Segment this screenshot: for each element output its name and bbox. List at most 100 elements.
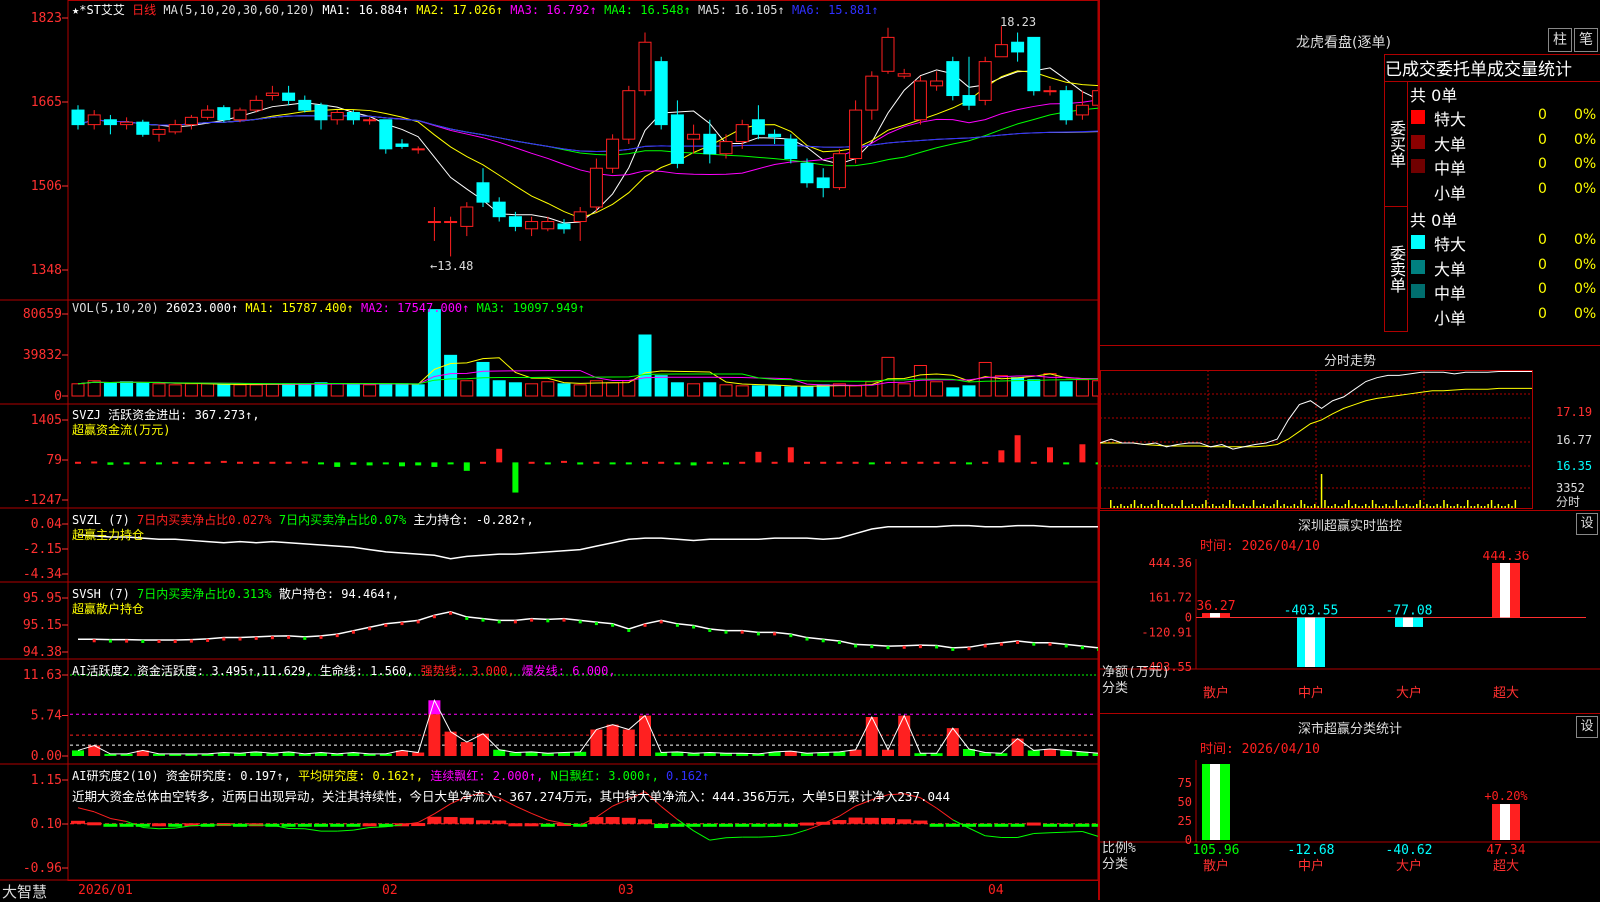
intraday-volume-bar [1212, 504, 1214, 508]
sell-rows: 特大00%大单00%中单00%小单00% [1408, 231, 1600, 329]
stock-name[interactable]: ★*ST艾艾 [72, 3, 125, 17]
y-tick-label: 444.36 [1149, 556, 1192, 570]
flow-bar [75, 462, 81, 464]
indicator-label: 7日内买卖净占比0.027% [137, 513, 279, 527]
intraday-volume-bar [1266, 506, 1268, 508]
ai-active-panel[interactable]: 11.635.740.00 [23, 668, 1100, 764]
period-label[interactable]: 日线 [132, 3, 156, 17]
order-size-label: 中单 [1434, 155, 1466, 179]
retail-tick [708, 629, 711, 632]
flow-bar [237, 462, 243, 464]
candle [671, 115, 683, 163]
left-chart-area[interactable]: 182316651506134818.23←13.48 80659398320 … [0, 0, 1100, 900]
flow-bar [674, 462, 680, 464]
intraday-volume-bar [1300, 500, 1302, 508]
order-tabs[interactable]: 已成交委托单成交量统计 [1384, 54, 1600, 82]
active-bar [477, 734, 489, 756]
volume-bar [931, 382, 943, 396]
intraday-volume-bar [1406, 504, 1408, 508]
research-bar [476, 820, 490, 824]
volume-bar [947, 388, 959, 396]
retail-tick [1049, 643, 1052, 646]
order-row: 特大00% [1408, 106, 1600, 131]
flow-bar [91, 461, 97, 463]
intraday-volume-bar [1127, 506, 1129, 508]
active-bar [1028, 750, 1040, 756]
volume-bar [720, 385, 732, 396]
brand-label[interactable]: 大智慧 [2, 881, 47, 902]
volume-bar [121, 382, 133, 396]
candle [445, 222, 457, 223]
candle [947, 62, 959, 96]
research-bar [525, 823, 539, 826]
research-bar [622, 818, 636, 824]
category-bar-highlight [1403, 618, 1413, 627]
candle [1028, 37, 1040, 90]
tab-orders[interactable]: 委托单 [1436, 60, 1487, 80]
dragon-tiger-title: 龙虎看盘(逐单) [1296, 32, 1391, 52]
svzj-subtitle: 超赢资金流(万元) [72, 421, 170, 438]
flow-bar [739, 462, 745, 464]
research-bar [751, 824, 765, 827]
order-size-label: 小单 [1434, 305, 1466, 329]
candle [315, 105, 327, 120]
sz-stats-settings-button[interactable]: 设 [1576, 716, 1598, 738]
candle [1076, 105, 1088, 115]
y-tick-label: 95.15 [23, 618, 62, 633]
order-size-label: 大单 [1434, 256, 1466, 280]
svsh-subtitle: 超赢散户持仓 [72, 600, 144, 617]
order-count: 0 [1538, 257, 1547, 273]
retail-holding-line [78, 612, 1100, 649]
active-burst-bar [428, 700, 440, 714]
bar-mode-button[interactable]: 柱 [1548, 28, 1572, 52]
retail-tick [546, 619, 549, 622]
flow-bar [124, 462, 130, 464]
tab-filled[interactable]: 已成交 [1385, 60, 1436, 80]
sz-monitor-settings-button[interactable]: 设 [1576, 513, 1598, 535]
indicator-label: 0.162↑ [666, 769, 709, 783]
candle [833, 154, 845, 188]
candle [380, 120, 392, 149]
research-line [596, 806, 612, 817]
sz-stats-chart[interactable]: 7550250105.96散户-12.68中户-40.62大户47.34超大+0… [1100, 754, 1600, 900]
tab-volume-stats[interactable]: 成交量统计 [1487, 60, 1572, 80]
tick-mode-button[interactable]: 笔 [1574, 28, 1598, 52]
intraday-volume-bar [1236, 506, 1238, 508]
flow-bar [950, 462, 956, 464]
y-tick-label: 0.10 [31, 817, 62, 832]
intraday-volume-bar [1399, 506, 1401, 508]
volume-bar [380, 384, 392, 396]
intraday-chart[interactable]: 17.1916.7716.353352分时 [1100, 370, 1600, 510]
volume-bar [266, 384, 278, 396]
active-bar [898, 716, 910, 756]
candlestick-panel[interactable]: 182316651506134818.23←13.48 [31, 11, 1100, 278]
intraday-volume-bar [1205, 500, 1207, 508]
intraday-volume-bar [1508, 504, 1510, 508]
intraday-volume-bar [1239, 506, 1241, 508]
sz-monitor-chart[interactable]: 444.36161.720-120.91-403.5536.27散户-403.5… [1100, 551, 1600, 713]
y-tick-label: 11.63 [23, 668, 62, 683]
intraday-volume-bar [1246, 506, 1248, 508]
svzj-panel[interactable]: 140579-1247 [23, 413, 1100, 508]
research-line [791, 830, 807, 835]
volume-panel[interactable]: 80659398320 [23, 307, 1100, 404]
retail-tick [158, 640, 161, 643]
research-bar [897, 819, 911, 824]
order-pct: 0% [1574, 306, 1596, 322]
intraday-volume-bar [1487, 504, 1489, 508]
flow-bar [221, 461, 227, 463]
intraday-volume-bar [1324, 500, 1326, 508]
order-pct: 0% [1574, 181, 1596, 197]
intraday-panel[interactable]: 分时走势 17.1916.7716.353352分时 [1100, 346, 1600, 511]
y-tick-label: 0 [1185, 611, 1192, 625]
order-row: 小单00% [1408, 305, 1600, 330]
research-bar [1059, 824, 1073, 827]
volume-bar [347, 384, 359, 396]
volume-bar [250, 385, 262, 396]
candle [137, 122, 149, 134]
retail-tick [1032, 643, 1035, 646]
candle [963, 96, 975, 106]
y-tick-label: 1348 [31, 263, 62, 278]
flow-bar [1015, 435, 1021, 462]
volume-bar [1060, 382, 1072, 396]
